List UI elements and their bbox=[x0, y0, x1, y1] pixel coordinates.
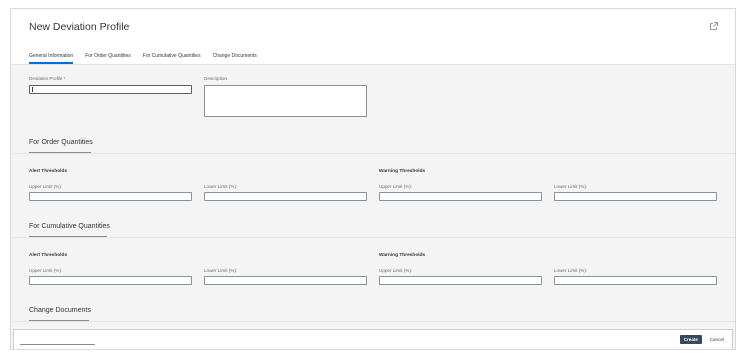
order-alert-lower-input[interactable] bbox=[204, 192, 367, 201]
tab-change-documents[interactable]: Change Documents bbox=[213, 53, 257, 65]
footer-toolbar: Create Cancel bbox=[13, 329, 733, 349]
cumulative-warning-lower-input[interactable] bbox=[554, 276, 717, 285]
cumulative-alert-thresholds-heading: Alert Thresholds bbox=[29, 253, 68, 258]
cumulative-alert-lower-label: Lower Limit (%): bbox=[204, 268, 238, 273]
section-title-order-quantities: For Order Quantities bbox=[29, 139, 93, 146]
deviation-profile-label: Deviation Profile * bbox=[29, 76, 66, 81]
open-in-new-window-icon[interactable] bbox=[709, 21, 719, 31]
cumulative-alert-upper-input[interactable] bbox=[29, 276, 192, 285]
cumulative-warning-lower-label: Lower Limit (%): bbox=[554, 268, 588, 273]
order-warning-lower-label: Lower Limit (%): bbox=[554, 184, 588, 189]
page-header: New Deviation Profile General Informatio… bbox=[11, 9, 735, 65]
tab-for-order-quantities[interactable]: For Order Quantities bbox=[85, 53, 131, 65]
cancel-button[interactable]: Cancel bbox=[710, 335, 724, 344]
order-alert-upper-input[interactable] bbox=[29, 192, 192, 201]
cumulative-warning-upper-label: Upper Limit (%): bbox=[379, 268, 413, 273]
order-alert-thresholds-heading: Alert Thresholds bbox=[29, 169, 68, 174]
tab-general-information[interactable]: General Information bbox=[29, 53, 74, 65]
cumulative-alert-lower-input[interactable] bbox=[204, 276, 367, 285]
create-button[interactable]: Create bbox=[679, 335, 702, 344]
tab-for-cumulative-quantities[interactable]: For Cumulative Quantities bbox=[143, 53, 201, 65]
order-warning-upper-input[interactable] bbox=[379, 192, 542, 201]
section-title-change-documents: Change Documents bbox=[29, 307, 91, 314]
cumulative-alert-upper-label: Upper Limit (%): bbox=[29, 268, 63, 273]
section-divider bbox=[11, 321, 735, 322]
description-label: Description bbox=[204, 76, 227, 81]
order-warning-thresholds-heading: Warning Thresholds bbox=[379, 169, 426, 174]
dialog-window: New Deviation Profile General Informatio… bbox=[10, 8, 736, 350]
cumulative-warning-thresholds-heading: Warning Thresholds bbox=[379, 253, 426, 258]
section-divider bbox=[11, 237, 735, 238]
section-divider bbox=[11, 153, 735, 154]
order-alert-upper-label: Upper Limit (%): bbox=[29, 184, 63, 189]
cumulative-warning-upper-input[interactable] bbox=[379, 276, 542, 285]
tab-bar: General Information For Order Quantities… bbox=[29, 53, 257, 65]
text-caret bbox=[32, 87, 33, 92]
footer-underline bbox=[20, 344, 95, 345]
page-title: New Deviation Profile bbox=[29, 21, 130, 33]
order-warning-upper-label: Upper Limit (%): bbox=[379, 184, 413, 189]
description-textarea[interactable] bbox=[204, 85, 367, 117]
order-alert-lower-label: Lower Limit (%): bbox=[204, 184, 238, 189]
order-warning-lower-input[interactable] bbox=[554, 192, 717, 201]
section-title-cumulative-quantities: For Cumulative Quantities bbox=[29, 223, 110, 230]
deviation-profile-input[interactable] bbox=[29, 85, 192, 94]
